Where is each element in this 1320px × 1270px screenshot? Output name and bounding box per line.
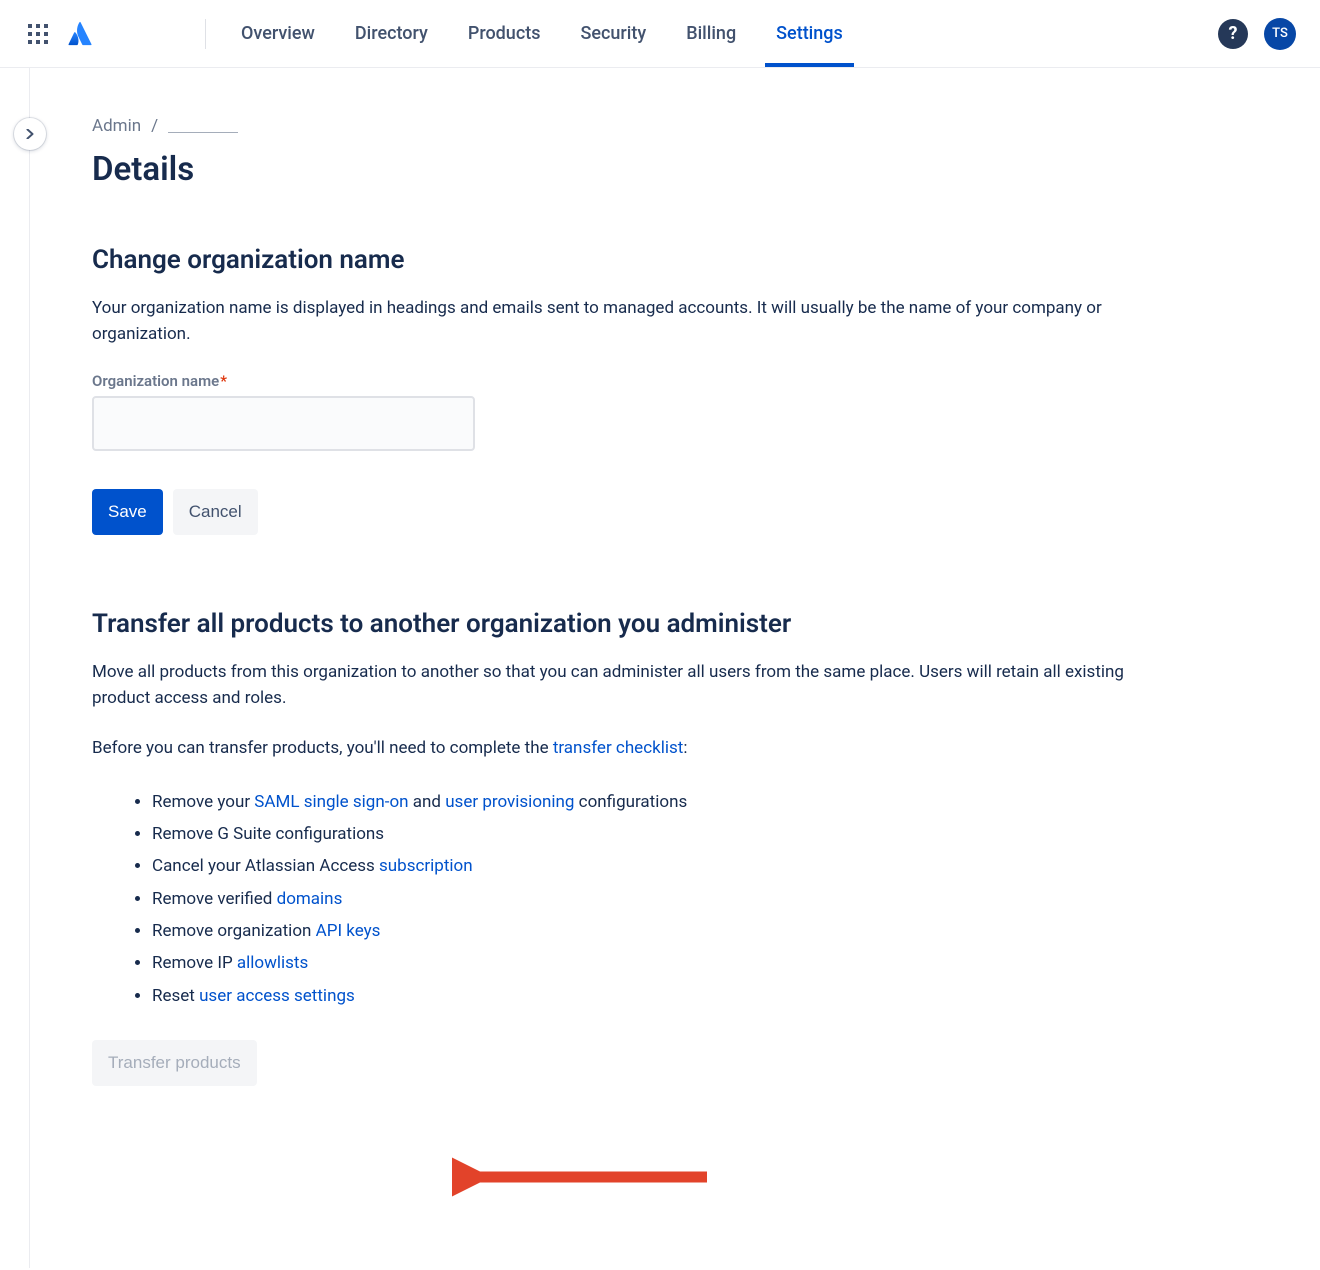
top-header: OverviewDirectoryProductsSecurityBilling… <box>0 0 1320 68</box>
org-name-label: Organization name* <box>92 372 1168 390</box>
page-layout: Admin / Details Change organization name… <box>0 68 1320 1268</box>
product-logo[interactable] <box>66 21 185 47</box>
org-name-input[interactable] <box>92 396 475 451</box>
atlassian-logo-icon <box>66 21 92 47</box>
nav-settings[interactable]: Settings <box>759 0 860 67</box>
checklist-link[interactable]: user access settings <box>199 986 355 1006</box>
transfer-desc-2: Before you can transfer products, you'll… <box>92 735 1168 761</box>
checklist-item: Remove verified domains <box>152 883 1168 915</box>
app-switcher-icon[interactable] <box>24 20 52 48</box>
section-org-heading: Change organization name <box>92 245 1168 275</box>
breadcrumb-root[interactable]: Admin <box>92 116 141 136</box>
nav-billing[interactable]: Billing <box>669 0 753 67</box>
expand-sidebar-toggle[interactable] <box>14 118 46 150</box>
nav-security[interactable]: Security <box>563 0 663 67</box>
checklist-link[interactable]: domains <box>277 889 343 909</box>
logo-text-redacted <box>100 26 185 42</box>
breadcrumb-separator: / <box>151 116 158 136</box>
checklist-item: Remove IP allowlists <box>152 947 1168 979</box>
checklist-item: Remove organization API keys <box>152 915 1168 947</box>
checklist-item: Cancel your Atlassian Access subscriptio… <box>152 850 1168 882</box>
header-divider <box>205 19 206 49</box>
help-icon[interactable]: ? <box>1218 19 1248 49</box>
avatar[interactable]: TS <box>1264 18 1296 50</box>
checklist-link[interactable]: API keys <box>316 921 381 941</box>
nav-overview[interactable]: Overview <box>224 0 332 67</box>
page-title: Details <box>92 150 1168 189</box>
transfer-checklist: Remove your SAML single sign-on and user… <box>152 786 1168 1012</box>
breadcrumb-current-redacted <box>168 119 238 133</box>
checklist-link[interactable]: subscription <box>379 856 473 876</box>
transfer-checklist-link[interactable]: transfer checklist <box>553 738 684 758</box>
checklist-item: Reset user access settings <box>152 980 1168 1012</box>
transfer-desc-1: Move all products from this organization… <box>92 659 1168 712</box>
nav-products[interactable]: Products <box>451 0 558 67</box>
chevron-right-icon <box>25 129 35 139</box>
required-asterisk: * <box>220 372 227 390</box>
org-buttons: Save Cancel <box>92 489 1168 535</box>
cancel-button[interactable]: Cancel <box>173 489 258 535</box>
side-rail <box>0 68 30 1268</box>
section-org-desc: Your organization name is displayed in h… <box>92 295 1168 348</box>
checklist-link[interactable]: user provisioning <box>445 792 574 812</box>
checklist-link[interactable]: SAML single sign-on <box>254 792 408 812</box>
checklist-item: Remove G Suite configurations <box>152 818 1168 850</box>
section-transfer-heading: Transfer all products to another organiz… <box>92 609 1168 639</box>
checklist-item: Remove your SAML single sign-on and user… <box>152 786 1168 818</box>
primary-nav: OverviewDirectoryProductsSecurityBilling… <box>224 0 860 67</box>
header-right: ? TS <box>1218 18 1296 50</box>
main-content: Admin / Details Change organization name… <box>30 68 1230 1268</box>
breadcrumb: Admin / <box>92 116 1168 136</box>
checklist-link[interactable]: allowlists <box>237 953 308 973</box>
save-button[interactable]: Save <box>92 489 163 535</box>
nav-directory[interactable]: Directory <box>338 0 445 67</box>
transfer-products-button[interactable]: Transfer products <box>92 1040 257 1086</box>
